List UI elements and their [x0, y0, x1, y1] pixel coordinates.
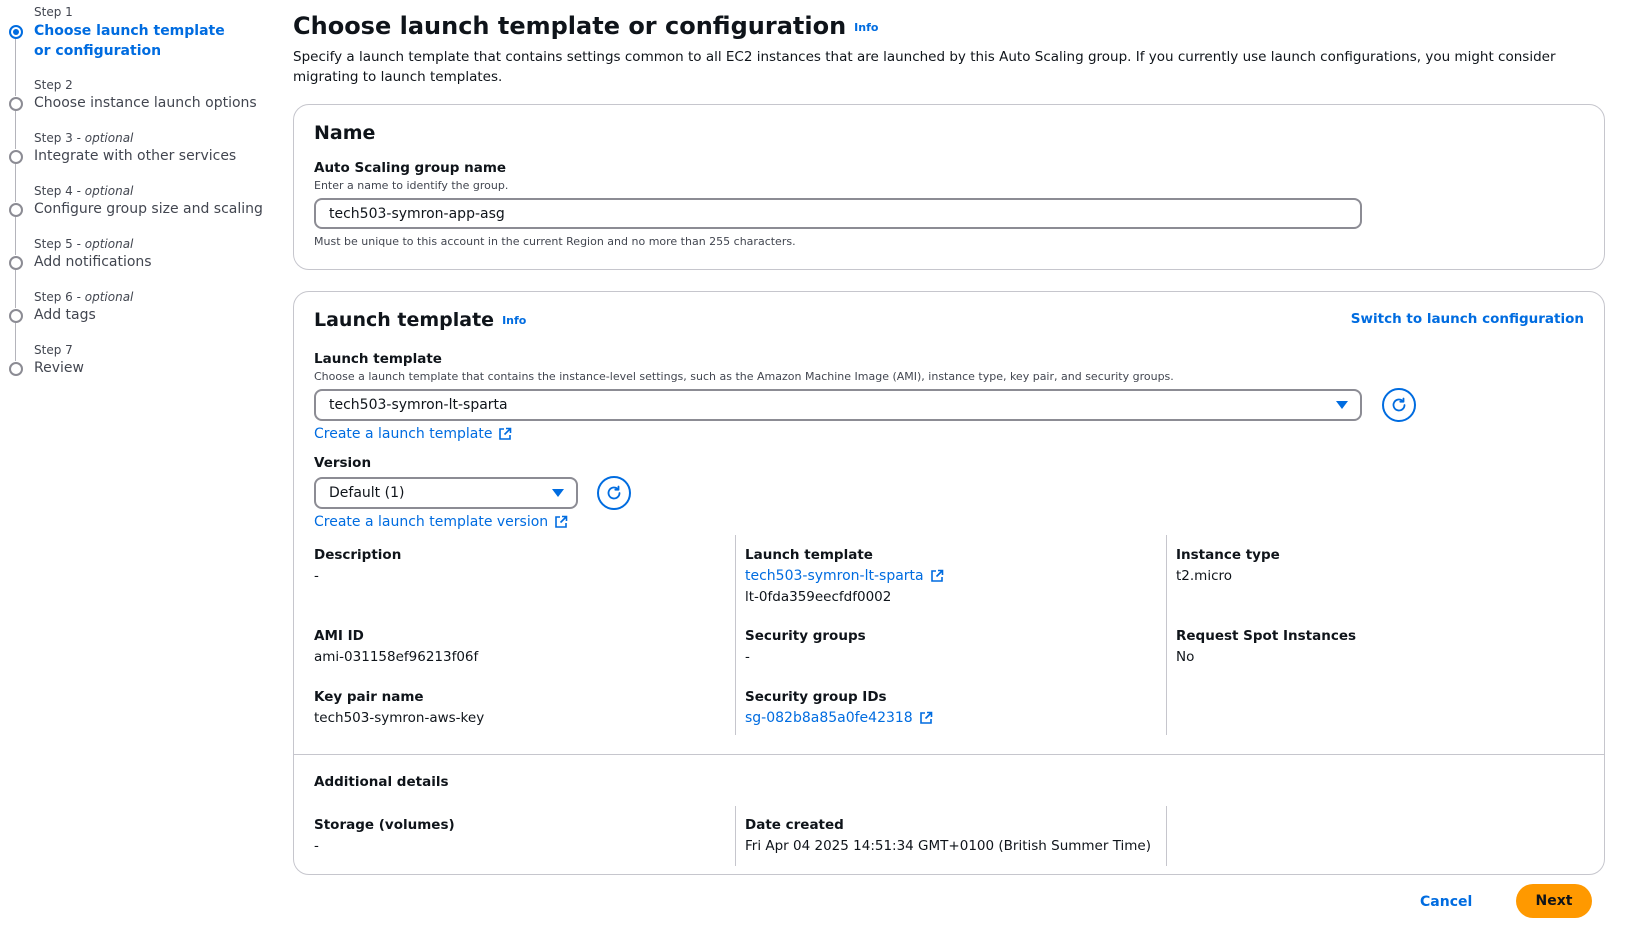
date-created-value: Fri Apr 04 2025 14:51:34 GMT+0100 (Briti…: [745, 838, 1152, 854]
spot-instances-value: No: [1176, 649, 1195, 665]
page-title-text: Choose launch template or configuration: [293, 12, 847, 40]
step-number: Step 7: [34, 343, 73, 357]
step-connector: [15, 38, 16, 96]
info-link[interactable]: Info: [854, 21, 878, 34]
step-indicator: [9, 203, 23, 217]
caret-down-icon: [552, 489, 564, 497]
step-number: Step 4 - optional: [34, 184, 134, 198]
ami-id-value: ami-031158ef96213f06f: [314, 649, 479, 665]
page-description: Specify a launch template that contains …: [293, 49, 1556, 85]
additional-details-title: Additional details: [314, 774, 449, 790]
step-number: Step 3 - optional: [34, 131, 134, 145]
step-connector: [15, 323, 16, 361]
security-groups-key: Security groups: [745, 628, 866, 644]
name-card: Name Auto Scaling group name Enter a nam…: [293, 104, 1605, 270]
step-title[interactable]: Add tags: [34, 305, 96, 325]
column-divider: [1166, 535, 1167, 735]
key-pair-key: Key pair name: [314, 689, 424, 705]
launch-template-label: Launch template: [314, 351, 442, 367]
step-indicator: [9, 150, 23, 164]
step-connector: [15, 164, 16, 202]
key-pair-value: tech503-symron-aws-key: [314, 710, 485, 726]
launch-template-select[interactable]: tech503-symron-lt-sparta: [314, 389, 1362, 421]
date-created-key: Date created: [745, 817, 844, 833]
asg-name-label: Auto Scaling group name: [314, 160, 507, 176]
step-connector: [15, 111, 16, 149]
refresh-versions-button[interactable]: [597, 476, 631, 510]
step-connector: [15, 217, 16, 255]
column-divider: [735, 535, 736, 735]
step-title[interactable]: Review: [34, 358, 84, 378]
caret-down-icon: [1336, 401, 1348, 409]
step-title[interactable]: Configure group size and scaling: [34, 199, 263, 219]
step-title[interactable]: Add notifications: [34, 252, 152, 272]
step-title[interactable]: Choose launch template or configuration: [34, 21, 234, 61]
card-title-text: Launch template: [314, 309, 495, 331]
step-indicator: [9, 97, 23, 111]
refresh-templates-button[interactable]: [1382, 388, 1416, 422]
launch-template-id: lt-0fda359eecfdf0002: [745, 589, 892, 605]
version-select[interactable]: Default (1): [314, 477, 578, 509]
storage-value: -: [314, 838, 319, 854]
version-selected-value: Default (1): [329, 485, 405, 501]
switch-to-launch-configuration-link[interactable]: Switch to launch configuration: [1351, 311, 1584, 327]
step-connector: [15, 270, 16, 308]
step-number: Step 1: [34, 5, 73, 19]
asg-name-value: tech503-symron-app-asg: [329, 205, 505, 222]
info-link[interactable]: Info: [502, 314, 526, 327]
column-divider: [1166, 806, 1167, 866]
asg-name-hint: Enter a name to identify the group.: [314, 179, 509, 192]
spot-instances-key: Request Spot Instances: [1176, 628, 1357, 644]
create-launch-template-link[interactable]: Create a launch template: [314, 426, 512, 442]
step-active-indicator: [9, 25, 23, 39]
external-link-icon: [555, 515, 568, 528]
launch-template-hint: Choose a launch template that contains t…: [314, 370, 1174, 383]
security-group-ids-key: Security group IDs: [745, 689, 887, 705]
launch-template-detail-key: Launch template: [745, 547, 873, 563]
external-link-icon: [919, 711, 933, 724]
next-button[interactable]: Next: [1516, 884, 1592, 918]
page-title: Choose launch template or configuration I…: [293, 12, 878, 40]
description-key: Description: [314, 547, 402, 563]
step-number: Step 2: [34, 78, 73, 92]
instance-type-key: Instance type: [1176, 547, 1280, 563]
launch-template-detail-link-text[interactable]: tech503-symron-lt-sparta: [745, 568, 924, 584]
launch-template-detail-link[interactable]: tech503-symron-lt-sparta: [745, 568, 944, 584]
instance-type-value: t2.micro: [1176, 568, 1233, 584]
step-number: Step 5 - optional: [34, 237, 134, 251]
step-indicator: [9, 256, 23, 270]
launch-template-selected-value: tech503-symron-lt-sparta: [329, 397, 508, 413]
card-title: Launch template Info: [314, 309, 526, 331]
security-group-id-link-text[interactable]: sg-082b8a85a0fe42318: [745, 710, 913, 726]
step-number: Step 6 - optional: [34, 290, 134, 304]
create-version-link-text[interactable]: Create a launch template version: [314, 514, 548, 530]
step-title[interactable]: Integrate with other services: [34, 146, 236, 166]
step-indicator: [9, 309, 23, 323]
refresh-icon: [607, 485, 621, 500]
security-group-id-link[interactable]: sg-082b8a85a0fe42318: [745, 710, 933, 726]
asg-name-input[interactable]: tech503-symron-app-asg: [314, 198, 1362, 229]
description-value: -: [314, 568, 319, 584]
launch-template-card: Launch template Info Switch to launch con…: [293, 291, 1605, 875]
security-groups-value: -: [745, 649, 750, 665]
ami-id-key: AMI ID: [314, 628, 364, 644]
step-title[interactable]: Choose instance launch options: [34, 93, 257, 113]
wizard-steps-nav: Step 1 Choose launch template or configu…: [0, 0, 263, 420]
card-title: Name: [314, 122, 376, 144]
cancel-button[interactable]: Cancel: [1420, 894, 1472, 910]
storage-key: Storage (volumes): [314, 817, 455, 833]
external-link-icon: [930, 569, 943, 582]
column-divider: [735, 806, 736, 866]
version-label: Version: [314, 455, 372, 471]
step-indicator: [9, 362, 23, 376]
refresh-icon: [1392, 397, 1406, 412]
section-divider: [294, 754, 1604, 755]
asg-name-constraint: Must be unique to this account in the cu…: [314, 235, 796, 248]
create-launch-template-link-text[interactable]: Create a launch template: [314, 426, 492, 442]
create-launch-template-version-link[interactable]: Create a launch template version: [314, 514, 568, 530]
external-link-icon: [499, 427, 512, 440]
